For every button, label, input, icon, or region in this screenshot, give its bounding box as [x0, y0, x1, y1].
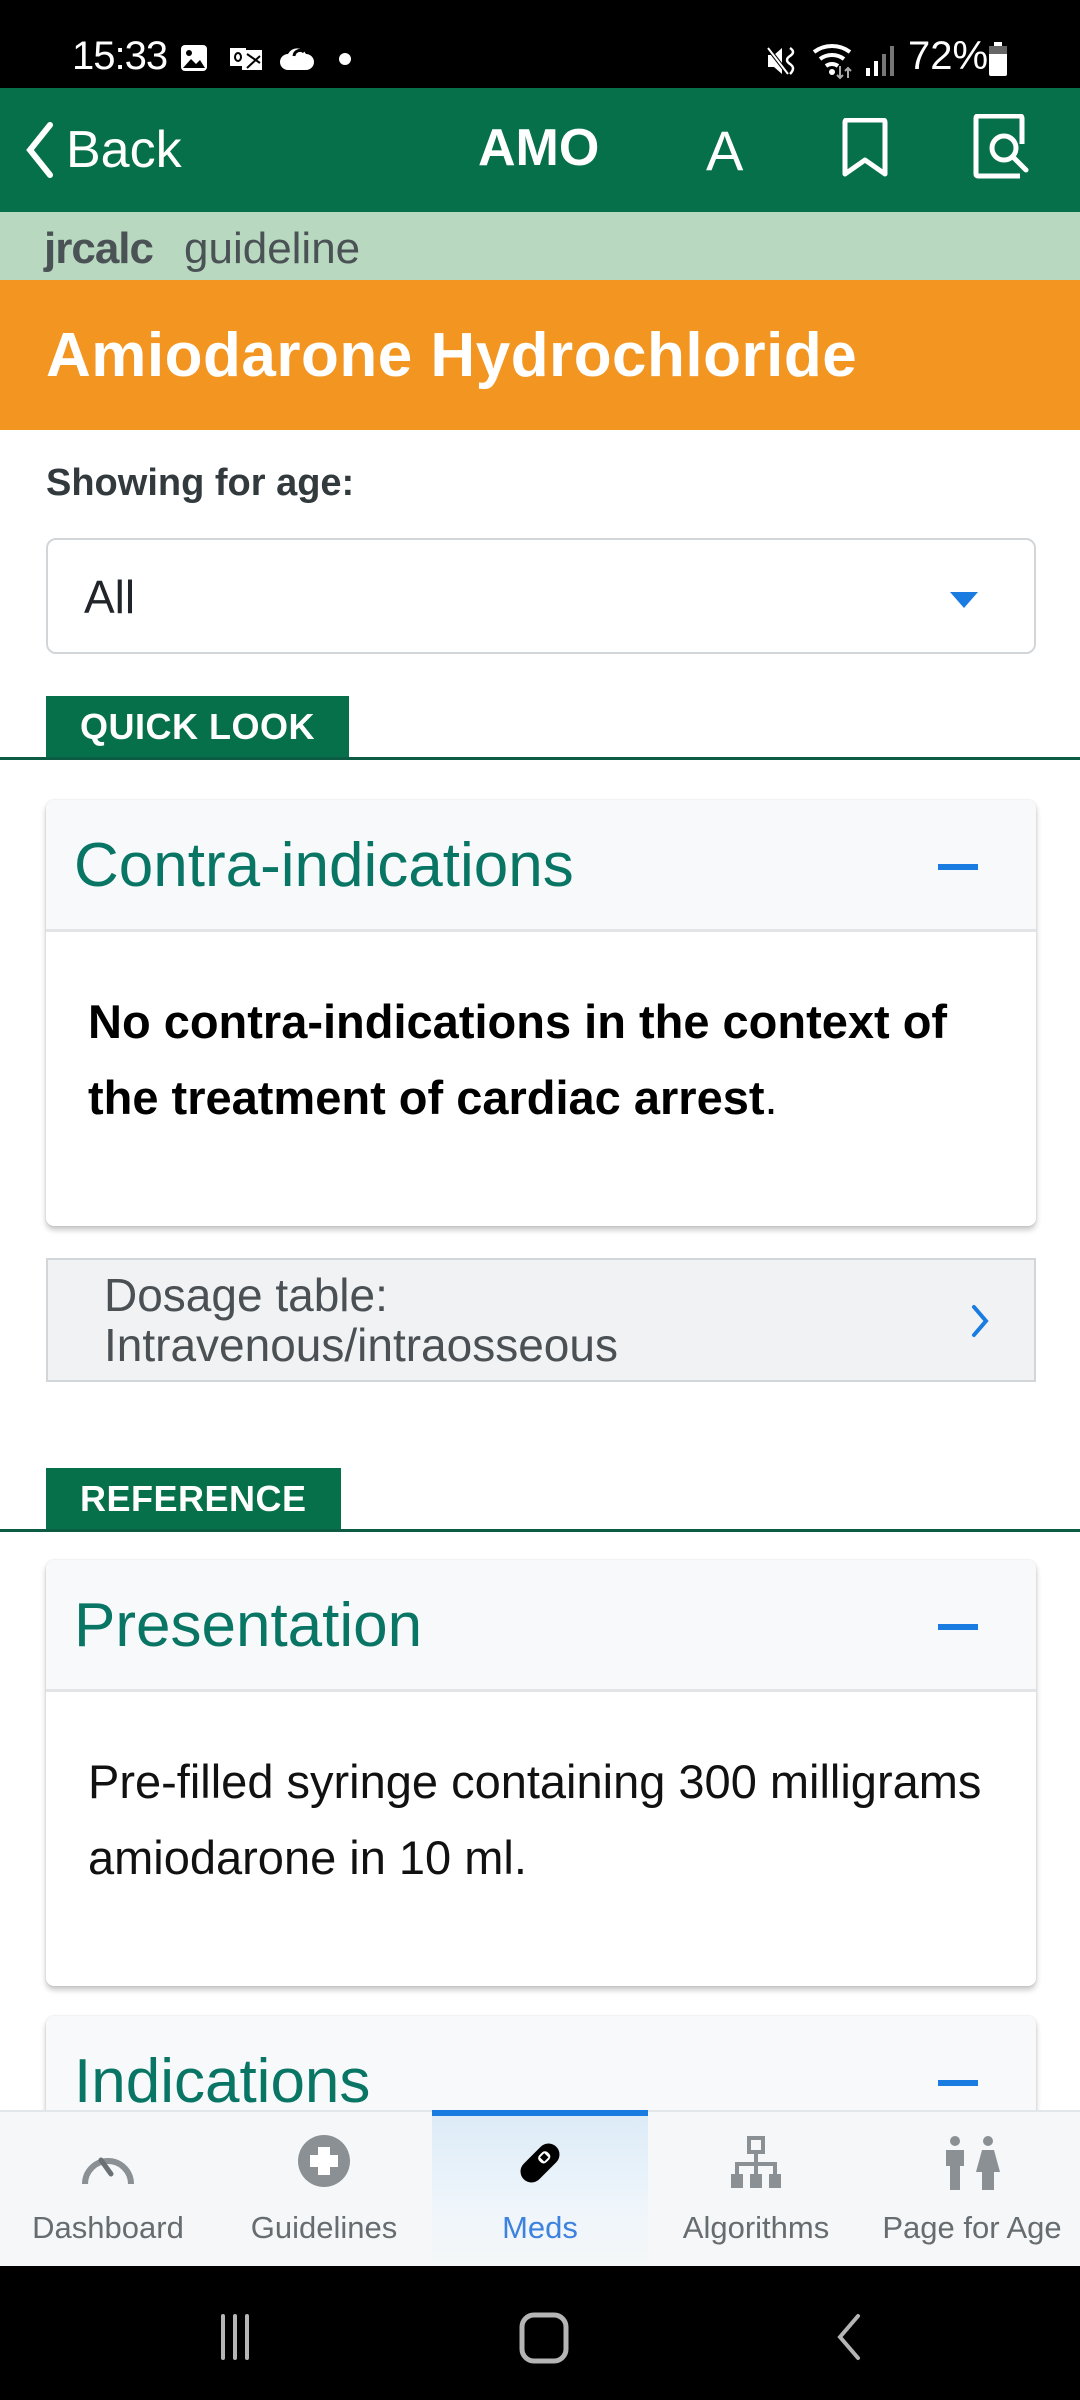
- age-select[interactable]: All: [46, 538, 1036, 654]
- app-header: Back AMO A: [0, 88, 1080, 212]
- home-icon[interactable]: [518, 2312, 572, 2364]
- age-filter-label: Showing for age:: [46, 462, 355, 504]
- contra-indications-card: Contra-indications No contra-indications…: [46, 800, 1036, 1226]
- presentation-card: Presentation Pre-filled syringe containi…: [46, 1560, 1036, 1986]
- presentation-text: Pre-filled syringe containing 300 millig…: [88, 1755, 982, 1884]
- reference-tag: REFERENCE: [46, 1468, 341, 1530]
- bottom-nav: Dashboard Guidelines Meds Algorithms Pag…: [0, 2110, 1080, 2266]
- nav-algorithms-label: Algorithms: [682, 2210, 830, 2245]
- battery-percentage: 72%: [908, 34, 989, 78]
- nav-dashboard-label: Dashboard: [32, 2210, 184, 2245]
- presentation-header[interactable]: Presentation: [46, 1560, 1036, 1692]
- collapse-icon: [938, 1624, 978, 1630]
- outlook-icon: [230, 48, 262, 70]
- dosage-table-link[interactable]: Dosage table: Intravenous/intraosseous: [46, 1258, 1036, 1382]
- brand-subtitle: guideline: [184, 224, 361, 273]
- dosage-table-line2: Intravenous/intraosseous: [104, 1319, 618, 1371]
- nav-guidelines-label: Guidelines: [250, 2210, 398, 2245]
- contra-indications-body: No contra-indications in the context of …: [46, 932, 1036, 1136]
- nav-meds-label: Meds: [502, 2210, 578, 2245]
- text-size-button[interactable]: A: [706, 118, 766, 182]
- pill-icon: [520, 2143, 560, 2183]
- back-button[interactable]: Back: [24, 118, 182, 182]
- status-time: 15:33: [72, 34, 168, 78]
- drug-code: AMO: [478, 119, 600, 177]
- recent-apps-icon[interactable]: [218, 2312, 268, 2362]
- gauge-icon: [82, 2157, 134, 2185]
- contra-indications-header[interactable]: Contra-indications: [46, 800, 1036, 932]
- presentation-body: Pre-filled syringe containing 300 millig…: [46, 1692, 1036, 1896]
- title-bar: Amiodarone Hydrochloride: [0, 280, 1080, 430]
- contra-indications-text: No contra-indications in the context of …: [88, 984, 992, 1136]
- wifi-icon: [812, 44, 852, 80]
- medical-cross-icon: [298, 2135, 350, 2187]
- cloud-icon: [280, 48, 314, 70]
- dosage-table-line1: Dosage table:: [104, 1269, 388, 1321]
- nav-page-for-age[interactable]: Page for Age: [864, 2112, 1080, 2266]
- indications-title: Indications: [74, 2047, 371, 2116]
- flowchart-icon: [731, 2136, 781, 2188]
- collapse-icon: [938, 864, 978, 870]
- nav-algorithms[interactable]: Algorithms: [648, 2112, 864, 2266]
- nav-guidelines[interactable]: Guidelines: [216, 2112, 432, 2266]
- people-icon: [946, 2136, 1000, 2190]
- brand-name: jrcalc: [44, 224, 154, 273]
- battery-icon: [989, 42, 1007, 76]
- page-title: Amiodarone Hydrochloride: [46, 321, 858, 390]
- back-nav-icon[interactable]: [830, 2312, 866, 2362]
- back-label: Back: [66, 121, 182, 179]
- gallery-icon: [181, 45, 207, 71]
- presentation-title: Presentation: [74, 1591, 423, 1660]
- contra-indications-title: Contra-indications: [74, 831, 574, 900]
- mute-vibrate-icon: [766, 46, 795, 76]
- chevron-left-icon: [26, 122, 53, 178]
- bookmark-icon[interactable]: [840, 118, 890, 178]
- nav-dashboard[interactable]: Dashboard: [0, 2112, 216, 2266]
- screen: 15:33 72% Back AMO A jrcalc guideline Am…: [0, 0, 1080, 2400]
- section-divider: [0, 757, 1080, 760]
- quick-look-tag: QUICK LOOK: [46, 696, 349, 758]
- signal-icon: [866, 46, 894, 76]
- dosage-table-label: Dosage table: Intravenous/intraosseous: [104, 1270, 618, 1370]
- system-nav-bar: [0, 2266, 1080, 2400]
- contra-indications-text-main: No contra-indications in the context of …: [88, 995, 948, 1124]
- text-size-icon: A: [706, 119, 744, 182]
- search-in-page-icon[interactable]: [972, 114, 1032, 180]
- brand-bar: jrcalc guideline: [0, 212, 1080, 280]
- chevron-right-icon: [972, 1305, 989, 1337]
- nav-page-for-age-label: Page for Age: [882, 2210, 1062, 2245]
- contra-indications-text-end: .: [764, 1071, 778, 1124]
- caret-down-icon: [950, 592, 978, 608]
- status-bar: 15:33 72%: [0, 0, 1080, 88]
- age-select-value: All: [84, 571, 136, 623]
- section-divider: [0, 1529, 1080, 1532]
- collapse-icon: [938, 2080, 978, 2086]
- nav-meds[interactable]: Meds: [432, 2110, 648, 2266]
- dot-icon: [339, 53, 351, 65]
